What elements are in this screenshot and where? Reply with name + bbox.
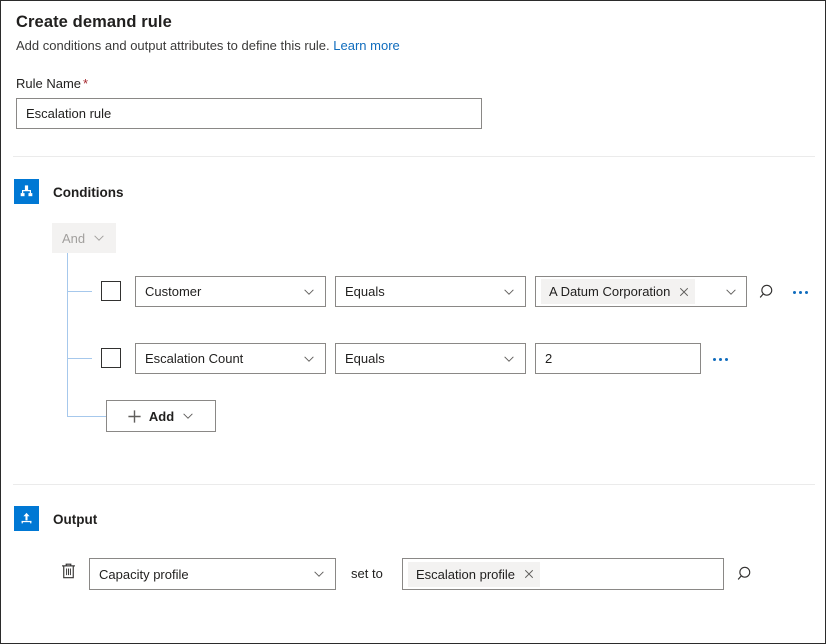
chevron-down-icon xyxy=(312,567,326,581)
condition-operator-dropdown[interactable]: Equals xyxy=(335,276,526,307)
page-title: Create demand rule xyxy=(16,11,400,33)
condition-row-checkbox[interactable] xyxy=(101,281,121,301)
plus-icon xyxy=(127,409,142,424)
remove-token-icon[interactable] xyxy=(522,567,536,581)
output-attribute-dropdown[interactable]: Capacity profile xyxy=(89,558,336,590)
chevron-down-icon xyxy=(302,285,316,299)
chevron-down-icon xyxy=(181,409,195,423)
logic-operator-label: And xyxy=(62,231,85,246)
output-value-token-label: Escalation profile xyxy=(416,567,515,582)
condition-tree-branch-2 xyxy=(67,358,92,359)
delete-output-button[interactable] xyxy=(57,559,79,583)
ellipsis-dot xyxy=(793,291,796,294)
condition-tree-vertical-line xyxy=(67,253,68,416)
branch-hierarchy-icon xyxy=(19,184,34,199)
condition-attribute-dropdown[interactable]: Customer xyxy=(135,276,326,307)
upload-icon xyxy=(19,511,34,526)
condition-tree-branch-1 xyxy=(67,291,92,292)
condition-value-text: 2 xyxy=(545,351,552,366)
output-value-lookup-field[interactable]: Escalation profile xyxy=(402,558,724,590)
create-demand-rule-panel: Create demand rule Add conditions and ou… xyxy=(0,0,826,644)
subtitle-text: Add conditions and output attributes to … xyxy=(16,38,330,53)
output-value-token: Escalation profile xyxy=(408,562,540,587)
search-icon xyxy=(737,565,756,584)
ellipsis-dot xyxy=(799,291,802,294)
condition-value-search-button[interactable] xyxy=(756,280,780,304)
search-icon xyxy=(759,283,778,302)
condition-value-lookup-field[interactable]: A Datum Corporation xyxy=(535,276,747,307)
chevron-down-icon xyxy=(502,285,516,299)
learn-more-link[interactable]: Learn more xyxy=(333,38,399,53)
condition-value-text-field[interactable]: 2 xyxy=(535,343,701,374)
output-section-title: Output xyxy=(53,512,97,527)
ellipsis-dot xyxy=(805,291,808,294)
condition-attribute-label: Customer xyxy=(145,284,302,299)
chevron-down-icon[interactable] xyxy=(724,285,738,299)
rule-name-label: Rule Name* xyxy=(16,76,88,91)
add-condition-button[interactable]: Add xyxy=(106,400,216,432)
condition-row-checkbox[interactable] xyxy=(101,348,121,368)
ellipsis-dot xyxy=(719,358,722,361)
condition-row-more-options-button[interactable] xyxy=(709,348,731,370)
ellipsis-dot xyxy=(713,358,716,361)
output-section-icon xyxy=(14,506,39,531)
trash-icon xyxy=(59,561,78,581)
chevron-down-icon xyxy=(302,352,316,366)
add-condition-label: Add xyxy=(149,409,174,424)
rule-name-label-text: Rule Name xyxy=(16,76,81,91)
condition-attribute-dropdown[interactable]: Escalation Count xyxy=(135,343,326,374)
logic-operator-dropdown[interactable]: And xyxy=(52,223,116,253)
conditions-section-icon xyxy=(14,179,39,204)
condition-operator-label: Equals xyxy=(345,284,502,299)
chevron-down-icon xyxy=(502,352,516,366)
condition-tree-branch-add xyxy=(67,416,106,417)
required-asterisk: * xyxy=(83,76,88,91)
condition-attribute-label: Escalation Count xyxy=(145,351,302,366)
rule-name-input[interactable] xyxy=(16,98,482,129)
divider-output xyxy=(13,484,815,485)
condition-row-more-options-button[interactable] xyxy=(789,281,811,303)
condition-operator-label: Equals xyxy=(345,351,502,366)
set-to-label: set to xyxy=(351,566,383,581)
divider-conditions xyxy=(13,156,815,157)
output-value-search-button[interactable] xyxy=(734,562,758,586)
condition-value-token-label: A Datum Corporation xyxy=(549,284,670,299)
remove-token-icon[interactable] xyxy=(677,285,691,299)
output-attribute-label: Capacity profile xyxy=(99,567,312,582)
panel-header: Create demand rule Add conditions and ou… xyxy=(16,11,400,55)
page-subtitle: Add conditions and output attributes to … xyxy=(16,37,400,55)
ellipsis-dot xyxy=(725,358,728,361)
condition-operator-dropdown[interactable]: Equals xyxy=(335,343,526,374)
conditions-section-title: Conditions xyxy=(53,185,124,200)
chevron-down-icon xyxy=(92,231,106,245)
condition-value-token: A Datum Corporation xyxy=(541,279,695,304)
